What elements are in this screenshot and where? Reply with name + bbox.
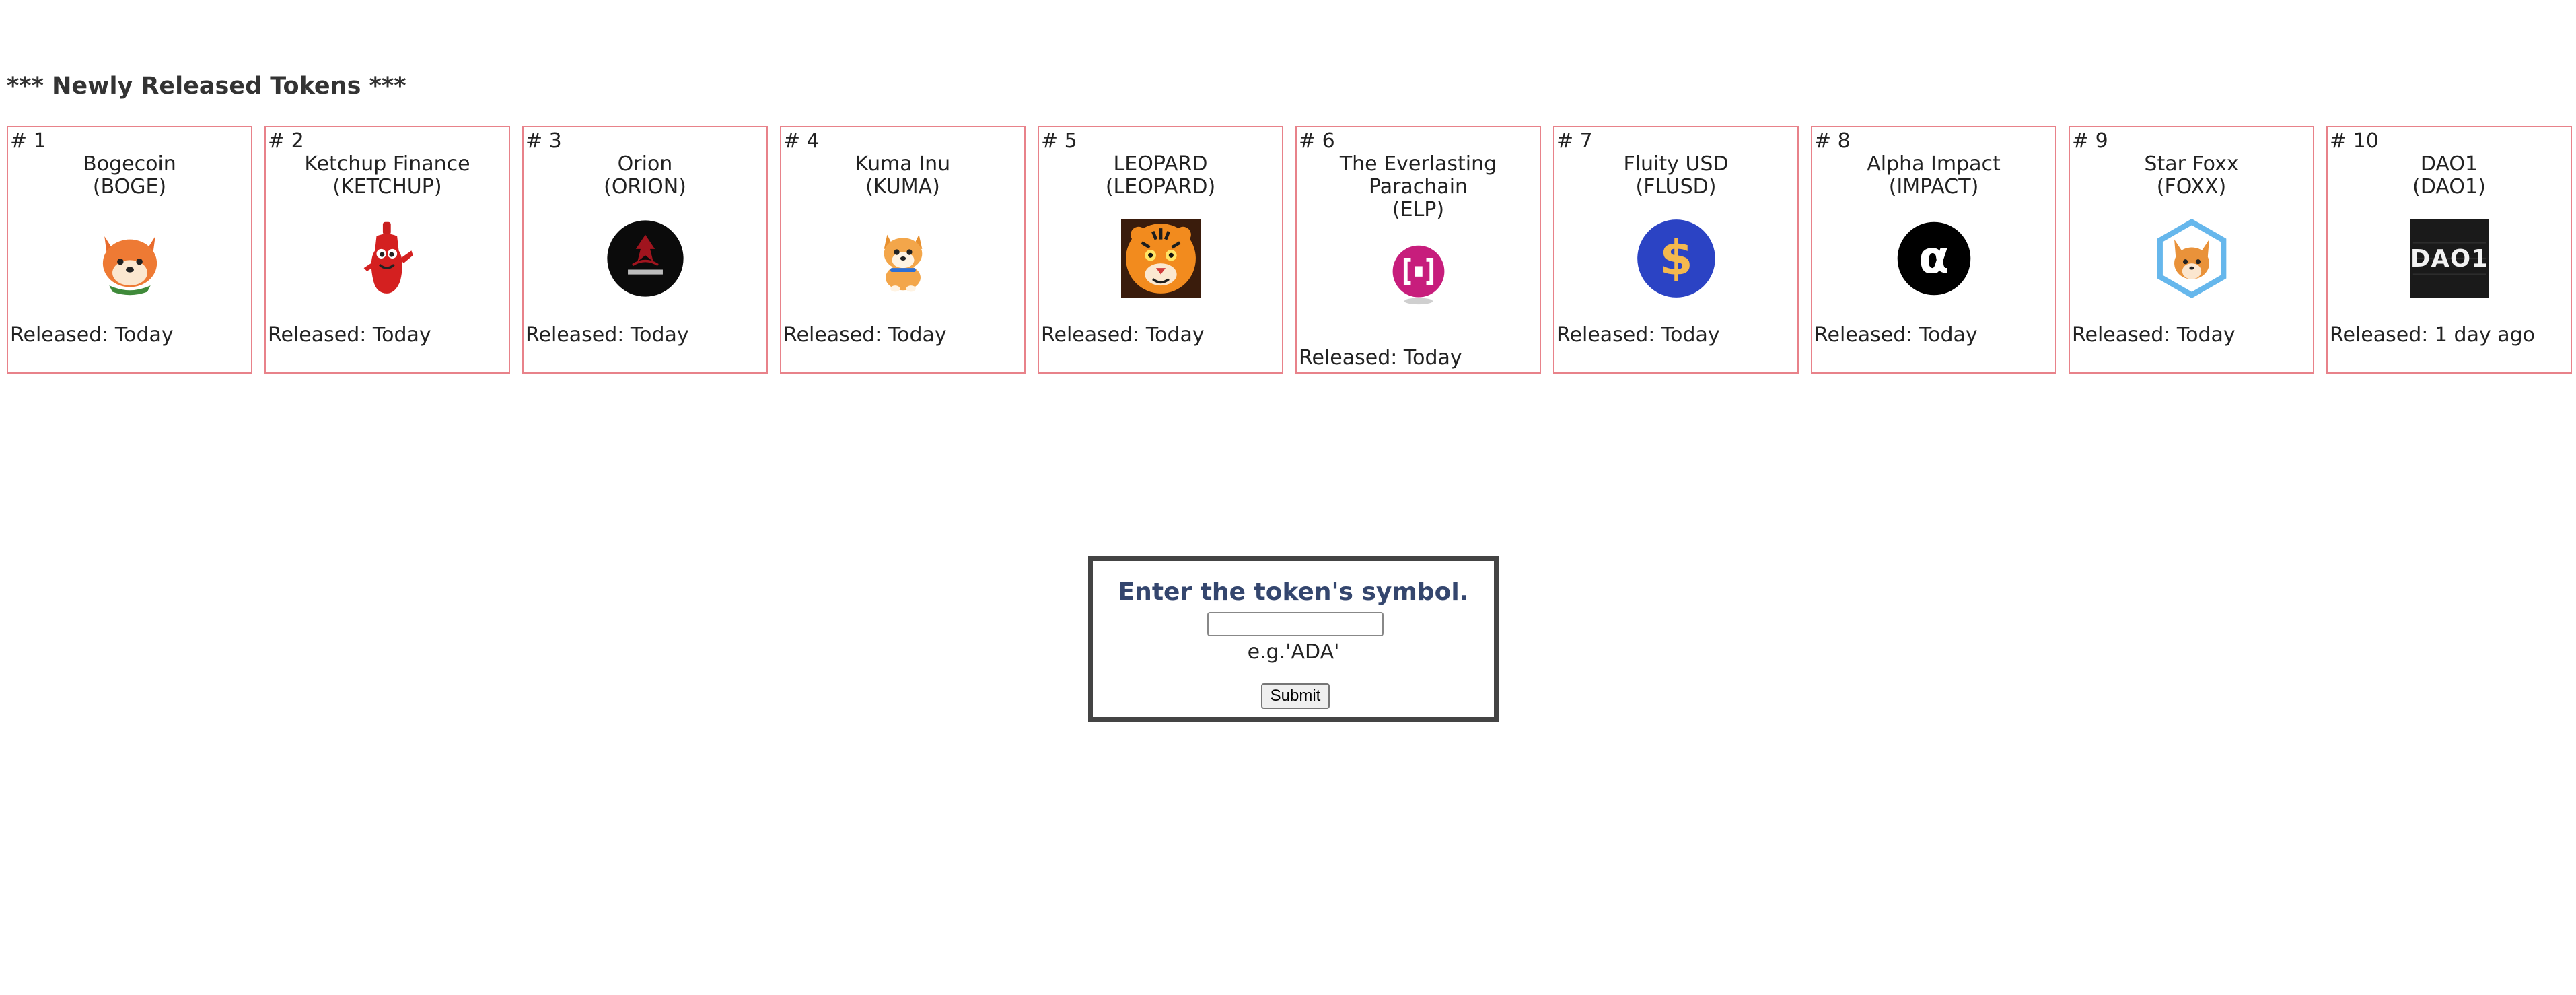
token-rank: # 10 [2330, 129, 2379, 153]
release-date: Released: Today [1814, 323, 1978, 347]
release-date: Released: Today [2072, 323, 2235, 347]
release-date: Released: Today [268, 323, 431, 347]
token-name-line-1: The Everlasting [1339, 152, 1497, 176]
token-card[interactable]: # 1 Bogecoin (BOGE) Released: Today [7, 126, 252, 374]
token-name: Star Foxx [2144, 152, 2239, 176]
token-rank: # 2 [268, 129, 304, 153]
release-date: Released: Today [783, 323, 947, 347]
token-card-list: # 1 Bogecoin (BOGE) Released: Today # 2 … [7, 126, 2572, 374]
orion-logo-icon[interactable] [606, 219, 685, 298]
token-rank: # 8 [1814, 129, 1851, 153]
token-rank: # 3 [526, 129, 562, 153]
fox-mascot-icon[interactable] [90, 219, 170, 298]
tiger-face-icon[interactable] [1120, 219, 1201, 298]
token-card[interactable]: # 3 Orion (ORION) Released: Today [522, 126, 768, 374]
svg-text:DAO1: DAO1 [2410, 245, 2488, 273]
token-symbol: (FLUSD) [1635, 175, 1717, 199]
token-symbol: (KUMA) [865, 175, 940, 199]
token-title: Star Foxx (FOXX) [2070, 153, 2313, 199]
token-card[interactable]: # 2 Ketchup Finance (KETCHUP) Released: … [264, 126, 510, 374]
token-name: Alpha Impact [1867, 152, 2001, 176]
token-title: Bogecoin (BOGE) [8, 153, 251, 199]
dollar-coin-icon[interactable]: $ [1637, 219, 1716, 298]
release-date: Released: Today [1557, 323, 1720, 347]
example-hint: e.g.'ADA' [1247, 640, 1340, 664]
token-name: Kuma Inu [855, 152, 951, 176]
token-name: Orion [617, 152, 673, 176]
token-card[interactable]: # 6 The Everlasting Parachain (ELP) Rele… [1295, 126, 1541, 374]
token-name: Fluity USD [1623, 152, 1729, 176]
token-symbol: (LEOPARD) [1105, 175, 1216, 199]
token-title: DAO1 (DAO1) [2328, 153, 2571, 199]
token-card[interactable]: # 4 Kuma Inu (KUMA) Released: Today [780, 126, 1026, 374]
token-symbol: (FOXX) [2156, 175, 2227, 199]
alpha-symbol-icon[interactable]: α [1894, 219, 1974, 298]
ketchup-bottle-mascot-icon[interactable] [348, 219, 427, 298]
token-symbol: (IMPACT) [1888, 175, 1979, 199]
token-symbol: (DAO1) [2412, 175, 2486, 199]
token-name: Ketchup Finance [304, 152, 470, 176]
token-symbol: (ELP) [1392, 198, 1445, 221]
submit-button[interactable]: Submit [1261, 683, 1330, 709]
token-symbol: (KETCHUP) [332, 175, 442, 199]
shiba-dog-mascot-icon[interactable] [863, 219, 943, 298]
token-card[interactable]: # 8 Alpha Impact (IMPACT) α Released: To… [1811, 126, 2056, 374]
token-title: Kuma Inu (KUMA) [781, 153, 1024, 199]
release-date: Released: Today [10, 323, 174, 347]
token-rank: # 9 [2072, 129, 2108, 153]
token-rank: # 4 [783, 129, 820, 153]
release-date: Released: Today [526, 323, 689, 347]
token-title: The Everlasting Parachain (ELP) [1297, 153, 1540, 221]
symbol-search-form: Enter the token's symbol. e.g.'ADA' Subm… [1088, 556, 1499, 722]
token-card[interactable]: # 10 DAO1 (DAO1) DAO1 Released: 1 day ag… [2326, 126, 2572, 374]
symbol-input[interactable] [1207, 612, 1384, 636]
token-rank: # 6 [1299, 129, 1335, 153]
token-title: Ketchup Finance (KETCHUP) [266, 153, 509, 199]
token-rank: # 5 [1041, 129, 1077, 153]
form-prompt: Enter the token's symbol. [1118, 578, 1469, 606]
page-heading: *** Newly Released Tokens *** [7, 73, 406, 100]
svg-text:$: $ [1659, 230, 1692, 286]
token-title: Fluity USD (FLUSD) [1554, 153, 1797, 199]
token-name: LEOPARD [1113, 152, 1208, 176]
token-rank: # 7 [1557, 129, 1593, 153]
fox-hexagon-icon[interactable] [2152, 219, 2231, 298]
release-date: Released: 1 day ago [2330, 323, 2536, 347]
token-card[interactable]: # 9 Star Foxx (FOXX) Released: Today [2069, 126, 2314, 374]
token-name: DAO1 [2420, 152, 2478, 176]
token-symbol: (ORION) [604, 175, 686, 199]
release-date: Released: Today [1041, 323, 1205, 347]
token-symbol: (BOGE) [92, 175, 167, 199]
token-title: Orion (ORION) [524, 153, 766, 199]
token-title: LEOPARD (LEOPARD) [1039, 153, 1282, 199]
elp-bracket-logo-icon[interactable] [1386, 242, 1451, 306]
release-date: Released: Today [1299, 346, 1462, 370]
svg-text:α: α [1919, 232, 1949, 283]
dao1-logo-icon[interactable]: DAO1 [2409, 219, 2489, 298]
page: *** Newly Released Tokens *** # 1 Bogeco… [0, 0, 2576, 995]
token-card[interactable]: # 7 Fluity USD (FLUSD) $ Released: Today [1553, 126, 1799, 374]
token-rank: # 1 [10, 129, 46, 153]
token-card[interactable]: # 5 LEOPARD (LEOPARD) Released: Today [1038, 126, 1283, 374]
token-title: Alpha Impact (IMPACT) [1812, 153, 2055, 199]
token-name-line-2: Parachain [1368, 175, 1468, 199]
token-name: Bogecoin [83, 152, 176, 176]
